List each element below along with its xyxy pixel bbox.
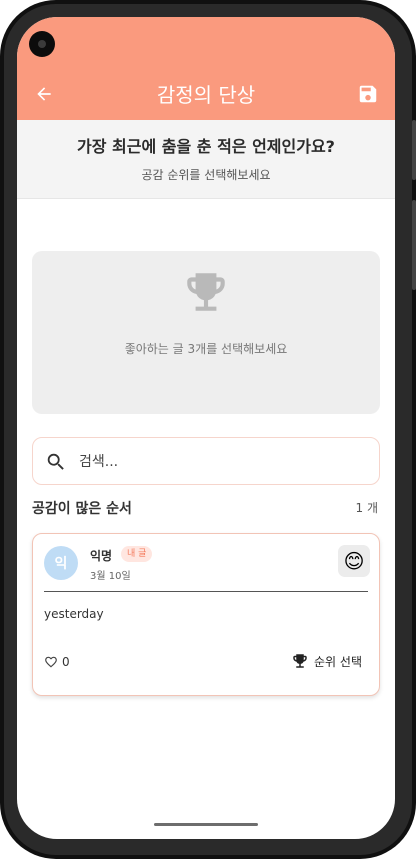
ranking-hint: 좋아하는 글 3개를 선택해보세요 bbox=[124, 342, 288, 356]
front-camera bbox=[29, 31, 55, 57]
question-subtitle: 공감 순위를 선택해보세요 bbox=[141, 168, 271, 182]
like-count: 0 bbox=[62, 655, 70, 669]
trophy-icon bbox=[293, 654, 307, 668]
emotion-emoji: 😊 bbox=[338, 545, 370, 577]
heart-outline-icon bbox=[45, 656, 57, 668]
post-card[interactable]: 익 익명 내 글 3월 10일 😊 yesterday 0 순위 선택 bbox=[32, 533, 380, 696]
list-count: 1 개 bbox=[355, 501, 379, 515]
app-title: 감정의 단상 bbox=[156, 83, 256, 107]
trophy-icon bbox=[187, 273, 225, 311]
question-section: 가장 최근에 춤을 춘 적은 언제인가요? 공감 순위를 선택해보세요 bbox=[17, 120, 395, 199]
search-icon bbox=[47, 453, 64, 470]
home-indicator[interactable] bbox=[154, 823, 258, 826]
app-bar: 감정의 단상 bbox=[17, 17, 395, 120]
ranking-selection-box: 좋아하는 글 3개를 선택해보세요 bbox=[32, 251, 380, 414]
like-button[interactable]: 0 bbox=[44, 653, 70, 671]
rank-select-button[interactable]: 순위 선택 bbox=[291, 651, 362, 671]
post-divider bbox=[44, 591, 368, 592]
post-content: yesterday bbox=[44, 607, 104, 621]
save-icon bbox=[359, 85, 377, 103]
save-button[interactable] bbox=[355, 81, 381, 107]
post-author: 익명 bbox=[90, 549, 113, 563]
search-input[interactable] bbox=[77, 448, 371, 476]
search-box[interactable] bbox=[32, 437, 380, 485]
phone-frame: 감정의 단상 가장 최근에 춤을 춘 적은 언제인가요? 공감 순위를 선택해보… bbox=[0, 0, 416, 859]
screen: 감정의 단상 가장 최근에 춤을 춘 적은 언제인가요? 공감 순위를 선택해보… bbox=[17, 17, 395, 839]
post-date: 3월 10일 bbox=[90, 571, 131, 582]
power-button bbox=[412, 200, 416, 290]
my-post-badge: 내 글 bbox=[121, 546, 153, 562]
rank-select-label: 순위 선택 bbox=[314, 654, 362, 669]
question-text: 가장 최근에 춤을 춘 적은 언제인가요? bbox=[77, 137, 335, 156]
list-title: 공감이 많은 순서 bbox=[32, 501, 132, 517]
avatar: 익 bbox=[44, 546, 78, 580]
volume-button bbox=[412, 120, 416, 180]
